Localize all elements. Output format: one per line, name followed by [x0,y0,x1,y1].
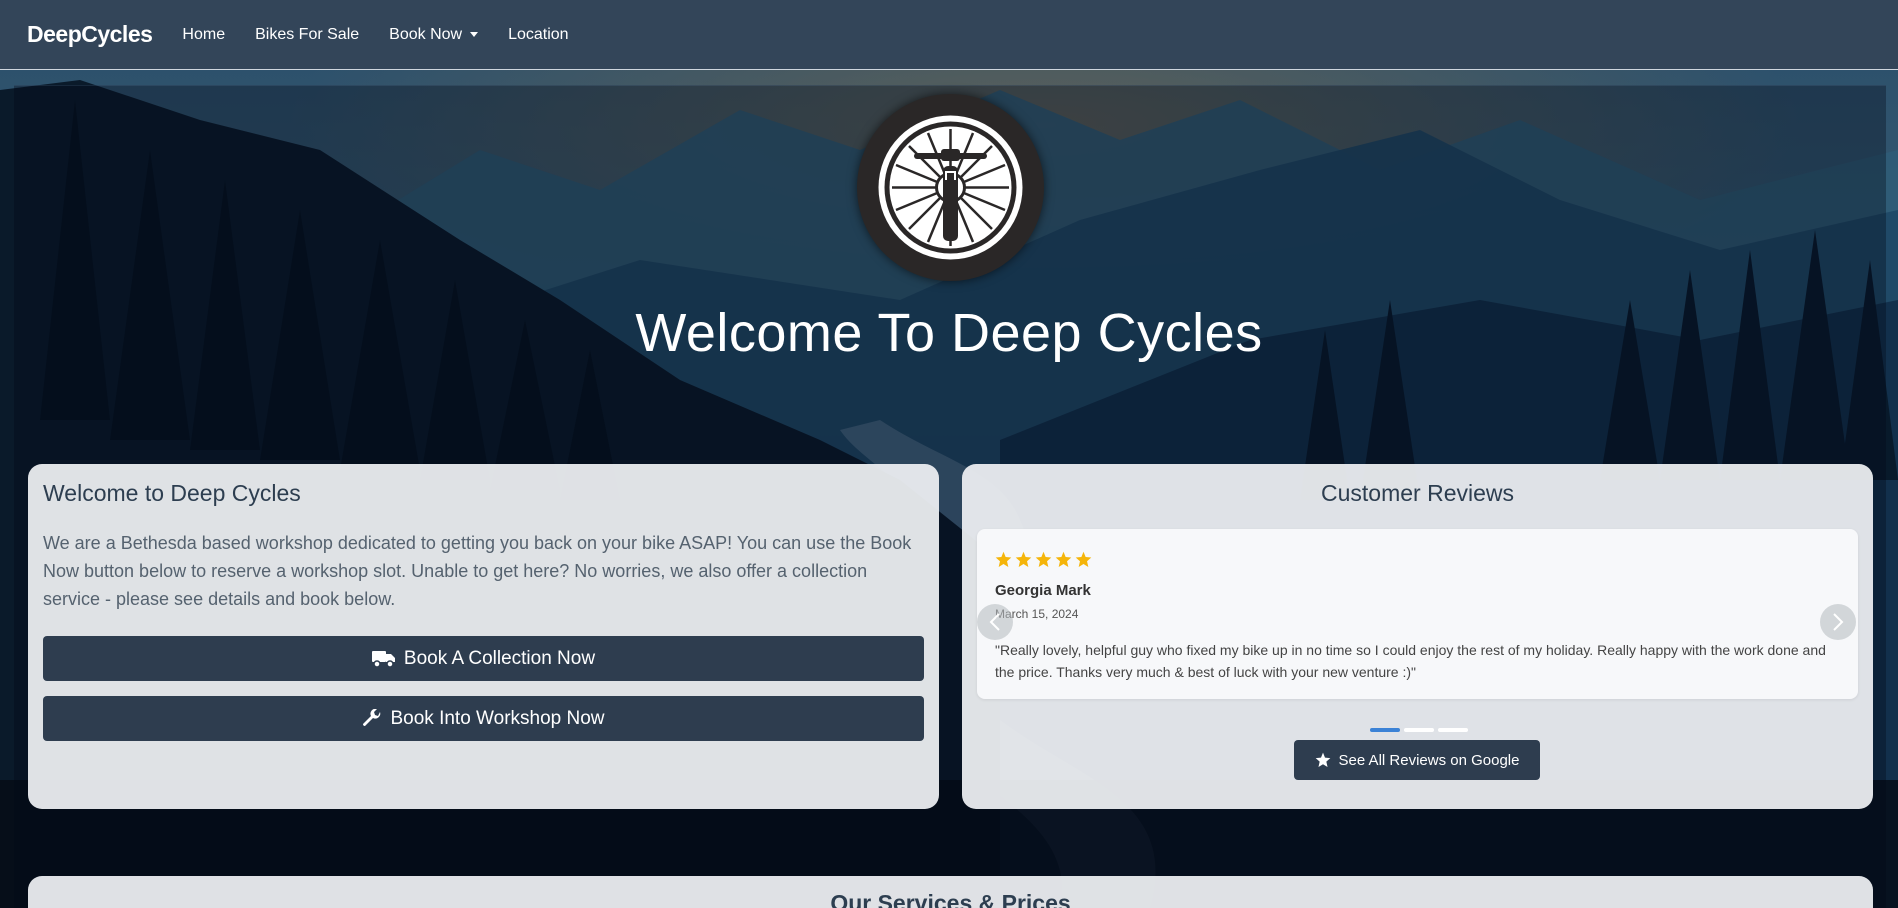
reviews-card-title: Customer Reviews [1321,480,1514,506]
chevron-right-icon [1833,613,1844,631]
hero-title: Welcome To Deep Cycles [635,303,1263,363]
welcome-card-title: Welcome to Deep Cycles [43,480,301,506]
star-icon [1075,551,1092,573]
book-workshop-label: Book Into Workshop Now [390,707,605,729]
star-icon [995,551,1012,573]
carousel-indicators [1370,728,1472,732]
truck-icon [371,650,395,668]
book-collection-button[interactable]: Book A Collection Now [43,636,924,681]
wrench-icon [363,708,381,726]
nav-dropdown-book-now[interactable]: Book Now [389,25,479,44]
carousel-indicator-2[interactable] [1404,728,1434,732]
nav-dropdown-label: Book Now [389,25,463,43]
carousel-next-button[interactable] [1820,604,1856,640]
services-card: Our Services & Prices [28,876,1873,908]
nav-link-location[interactable]: Location [508,26,569,44]
nav-link-home[interactable]: Home [182,26,225,44]
carousel-prev-button[interactable] [977,604,1013,640]
carousel-indicator-1[interactable] [1370,728,1400,732]
nav-link-bikes-for-sale[interactable]: Bikes For Sale [255,26,359,44]
review-text: "Really lovely, helpful guy who fixed my… [995,642,1826,680]
star-icon [1055,551,1072,573]
star-icon [1315,752,1330,767]
reviews-card: Customer Reviews Georgia Mark March 15, … [962,464,1873,809]
book-workshop-button[interactable]: Book Into Workshop Now [43,696,924,741]
bicycle-wheel-logo [857,94,1044,281]
star-icon [1015,551,1032,573]
see-all-reviews-button[interactable]: See All Reviews on Google [1294,740,1540,780]
star-rating [995,551,1095,573]
chevron-left-icon [989,613,1000,631]
star-icon [1035,551,1052,573]
welcome-card-text: We are a Bethesda based workshop dedicat… [43,533,912,609]
review-author: Georgia Mark [995,582,1091,599]
book-collection-label: Book A Collection Now [403,647,596,669]
services-title: Our Services & Prices [830,890,1071,908]
brand-logo-text[interactable]: DeepCycles [27,21,153,48]
welcome-card: Welcome to Deep Cycles We are a Bethesda… [28,464,939,809]
review-slide: Georgia Mark March 15, 2024 "Really love… [977,529,1858,699]
caret-down-icon [470,32,479,37]
carousel-indicator-3[interactable] [1438,728,1468,732]
see-all-reviews-label: See All Reviews on Google [1338,751,1520,769]
top-navbar: DeepCycles Home Bikes For Sale Book Now … [0,0,1898,70]
